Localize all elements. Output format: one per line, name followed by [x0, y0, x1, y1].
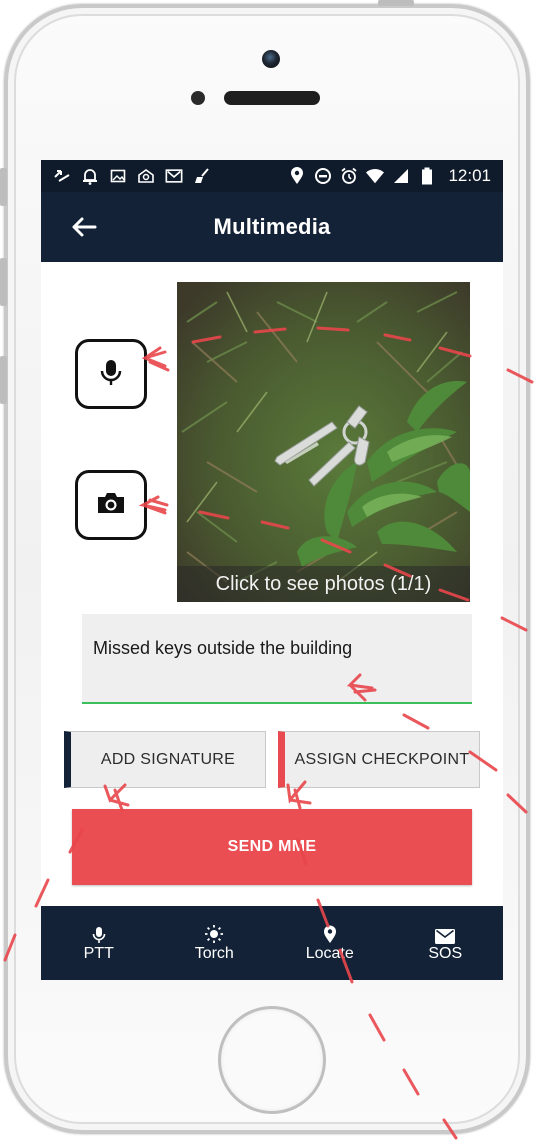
nav-item-torch[interactable]: Torch — [157, 906, 273, 980]
gmail-icon — [165, 167, 183, 185]
assign-checkpoint-button[interactable]: ASSIGN CHECKPOINT — [278, 731, 480, 788]
description-input[interactable]: Missed keys outside the building — [82, 614, 472, 704]
broom-icon — [193, 167, 211, 185]
volume-down-button — [0, 356, 7, 404]
nav-item-locate[interactable]: Locate — [272, 906, 388, 980]
earpiece-speaker — [224, 91, 320, 105]
location-pin-icon — [288, 167, 306, 185]
proximity-sensor — [191, 91, 205, 105]
nav-item-sos[interactable]: SOS — [388, 906, 504, 980]
send-button[interactable]: SEND MME — [72, 809, 472, 885]
photo-image — [177, 282, 470, 602]
photo-preview[interactable]: Click to see photos (1/1) — [177, 282, 470, 602]
app-bar: Multimedia — [41, 192, 503, 262]
device-screen: 12:01 Multimedia Click to see photos (1/… — [41, 160, 503, 980]
nav-item-label: Torch — [194, 944, 234, 962]
wifi-icon — [366, 167, 385, 185]
status-bar: 12:01 — [41, 160, 503, 192]
record-audio-button[interactable] — [75, 339, 147, 409]
microphone-icon — [99, 358, 123, 391]
signal-icon — [392, 167, 410, 185]
add-signature-button[interactable]: ADD SIGNATURE — [64, 731, 266, 788]
camera-icon — [96, 490, 126, 521]
photo-caption: Click to see photos (1/1) — [177, 566, 470, 602]
image-icon — [109, 167, 127, 185]
sun-icon — [204, 924, 224, 944]
status-time: 12:01 — [448, 166, 491, 185]
nav-item-label: Locate — [305, 944, 354, 962]
main-content: Click to see photos (1/1) Missed keys ou… — [41, 262, 503, 906]
power-button — [378, 0, 414, 6]
take-photo-button[interactable] — [75, 470, 147, 540]
alarm-icon — [340, 167, 358, 185]
bottom-navigation: PTT Torch Locate SOS — [41, 906, 503, 980]
nav-item-ptt[interactable]: PTT — [41, 906, 157, 980]
front-camera — [262, 50, 280, 68]
page-title: Multimedia — [213, 214, 331, 239]
mailbox-icon — [137, 167, 155, 185]
battery-icon — [418, 167, 436, 185]
mute-switch — [0, 168, 7, 206]
envelope-icon — [435, 924, 456, 944]
volume-up-button — [0, 258, 7, 306]
missed-call-icon — [53, 167, 71, 185]
nav-item-label: SOS — [428, 944, 463, 962]
microphone-icon — [92, 924, 106, 944]
status-left-icons — [53, 167, 211, 185]
status-right-icons: 12:01 — [288, 166, 491, 186]
do-not-disturb-icon — [314, 167, 332, 185]
home-button[interactable] — [218, 1006, 326, 1114]
location-pin-icon — [323, 924, 337, 944]
bell-icon — [81, 167, 99, 185]
nav-item-label: PTT — [83, 944, 114, 962]
